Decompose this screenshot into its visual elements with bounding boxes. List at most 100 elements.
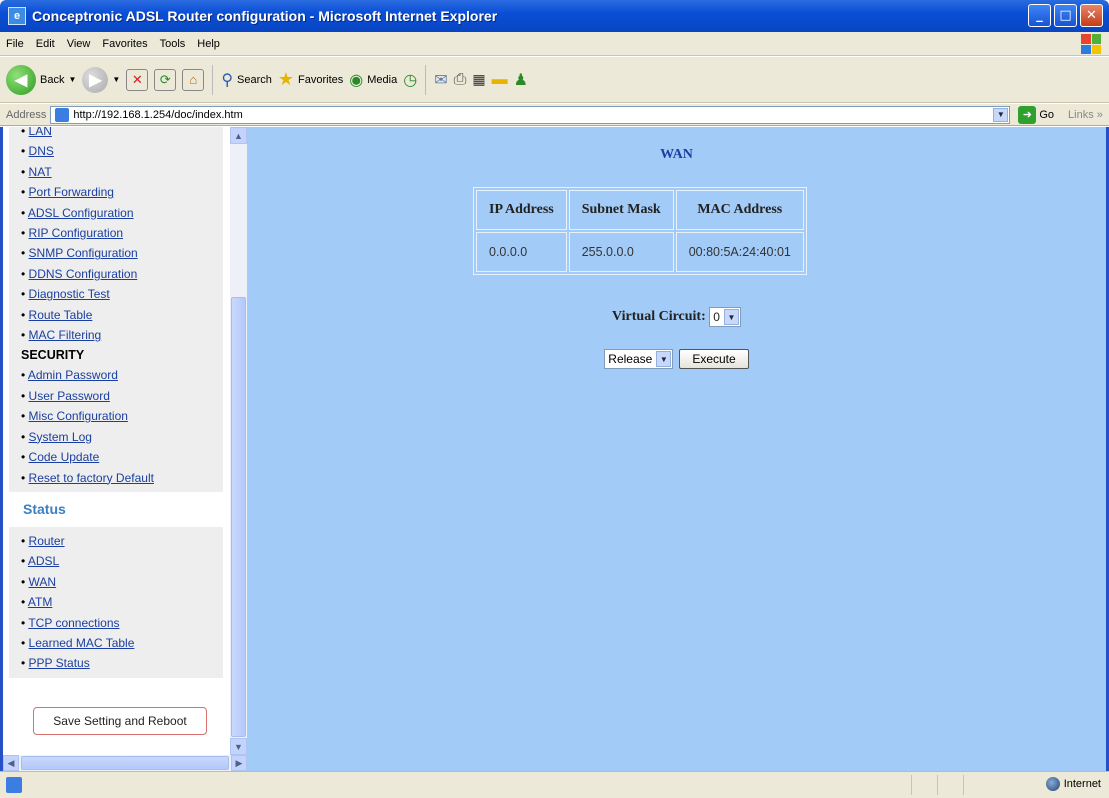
page-title: WAN [660,147,693,162]
wan-info-table: IP Address Subnet Mask MAC Address 0.0.0… [473,187,807,275]
favorites-button[interactable]: ★ Favorites [278,69,343,90]
media-button[interactable]: ◉ Media [349,70,397,90]
minimize-button[interactable]: _ [1028,4,1051,27]
favorites-label: Favorites [298,73,344,86]
scroll-left-icon[interactable]: ◀ [3,755,19,771]
address-label: Address [6,108,47,121]
nav-item-nat[interactable]: NAT [21,162,219,182]
folder-icon[interactable]: ▬ [492,71,508,89]
home-icon[interactable]: ⌂ [182,68,205,91]
action-row: Release ▼ Execute [247,349,1106,369]
execute-button[interactable]: Execute [679,349,749,369]
page-icon [55,107,70,122]
save-and-reboot-button[interactable]: Save Setting and Reboot [33,707,207,735]
nav-item-rip-configuration[interactable]: RIP Configuration [21,223,219,243]
close-button[interactable]: ✕ [1080,4,1103,27]
address-dropdown-icon[interactable]: ▼ [993,107,1009,122]
mail-icon[interactable]: ✉ [434,70,447,90]
history-icon[interactable]: ◷ [403,70,417,90]
nav-item-user-password[interactable]: User Password [21,386,219,406]
nav-item-mac-filtering[interactable]: MAC Filtering [21,325,219,345]
zone-label: Internet [1063,778,1101,790]
nav-item-diagnostic-test[interactable]: Diagnostic Test [21,284,219,304]
nav-item-wan[interactable]: WAN [21,572,219,592]
search-icon: ⚲ [221,71,234,89]
nav-item-dns[interactable]: DNS [21,141,219,161]
navigation-frame: LAN DNS NAT Port Forwarding ADSL Configu… [3,127,247,771]
scrollbar-thumb[interactable] [231,297,246,737]
links-button[interactable]: Links » [1068,109,1103,121]
messenger-icon[interactable]: ♟ [514,70,528,90]
edit-icon[interactable]: ▦ [472,71,485,88]
media-icon: ◉ [349,71,364,89]
menu-view[interactable]: View [67,38,91,50]
window-title: Conceptronic ADSL Router configuration -… [32,8,498,24]
nav-item-router[interactable]: Router [21,531,219,551]
navigation-vertical-scrollbar[interactable]: ▲ ▼ [230,127,247,755]
status-bar-panels [911,775,989,795]
page-done-icon [6,777,22,793]
ie-app-icon: e [8,7,26,25]
nav-item-snmp-configuration[interactable]: SNMP Configuration [21,243,219,263]
menu-help[interactable]: Help [197,38,220,50]
maximize-button[interactable]: □ [1054,4,1077,27]
nav-item-system-log[interactable]: System Log [21,427,219,447]
forward-button[interactable]: ▶ ▼ [82,66,121,93]
stop-icon[interactable]: ✕ [126,68,149,91]
config-menu: LAN DNS NAT Port Forwarding ADSL Configu… [9,127,223,492]
search-button[interactable]: ⚲ Search [221,70,272,90]
back-label: Back [40,73,65,86]
main-frame: WAN IP Address Subnet Mask MAC Address 0… [247,127,1106,771]
scroll-up-icon[interactable]: ▲ [230,127,247,144]
subnet-mask-value: 255.0.0.0 [568,232,674,272]
nav-item-lan[interactable]: LAN [21,127,219,141]
go-label: Go [1039,108,1055,121]
nav-item-atm[interactable]: ATM [21,592,219,612]
print-icon[interactable]: ⎙ [454,71,467,89]
menu-bar: File Edit View Favorites Tools Help [0,32,1109,56]
action-select[interactable]: Release ▼ [604,349,674,369]
scroll-right-icon[interactable]: ▶ [231,755,247,771]
address-input[interactable]: http://192.168.1.254/doc/index.htm ▼ [50,105,1011,124]
forward-dropdown-icon: ▼ [112,75,121,84]
nav-item-tcp-connections[interactable]: TCP connections [21,613,219,633]
nav-item-adsl[interactable]: ADSL [21,551,219,571]
address-url: http://192.168.1.254/doc/index.htm [73,108,243,121]
nav-item-adsl-configuration[interactable]: ADSL Configuration [21,203,219,223]
navigation-menu: LAN DNS NAT Port Forwarding ADSL Configu… [3,127,229,771]
nav-item-route-table[interactable]: Route Table [21,305,219,325]
ip-address-value: 0.0.0.0 [476,232,567,272]
nav-item-admin-password[interactable]: Admin Password [21,365,219,385]
scroll-down-icon[interactable]: ▼ [230,738,247,755]
nav-item-code-update[interactable]: Code Update [21,447,219,467]
toolbar: ◀ Back ▼ ▶ ▼ ✕ ⟳ ⌂ ⚲ Search ★ Favorites … [0,57,1109,103]
back-button[interactable]: ◀ Back ▼ [6,64,77,95]
security-zone: Internet [1045,777,1101,791]
column-header-mac-address: MAC Address [675,190,804,230]
menu-file[interactable]: File [6,38,24,50]
nav-item-ddns-configuration[interactable]: DDNS Configuration [21,264,219,284]
status-menu: Router ADSL WAN ATM TCP connections Lear… [9,526,223,678]
address-bar: Address http://192.168.1.254/doc/index.h… [0,104,1109,126]
forward-arrow-icon: ▶ [82,66,109,93]
nav-item-reset-factory-default[interactable]: Reset to factory Default [21,468,219,488]
navigation-horizontal-scrollbar[interactable]: ◀ ▶ [3,755,247,771]
go-button[interactable]: ➜ Go [1018,105,1055,124]
horizontal-scrollbar-thumb[interactable] [21,756,229,770]
internet-globe-icon [1045,777,1060,791]
search-label: Search [237,73,272,86]
refresh-icon[interactable]: ⟳ [154,68,177,91]
back-dropdown-icon: ▼ [68,75,77,84]
menu-edit[interactable]: Edit [36,38,55,50]
menu-favorites[interactable]: Favorites [102,38,147,50]
status-bar: Internet [0,771,1109,798]
go-arrow-icon: ➜ [1018,105,1037,124]
nav-item-port-forwarding[interactable]: Port Forwarding [21,182,219,202]
nav-item-ppp-status[interactable]: PPP Status [21,653,219,673]
table-row: 0.0.0.0 255.0.0.0 00:80:5A:24:40:01 [476,232,804,272]
action-value: Release [608,352,653,366]
nav-item-learned-mac-table[interactable]: Learned MAC Table [21,633,219,653]
nav-item-misc-configuration[interactable]: Misc Configuration [21,406,219,426]
menu-tools[interactable]: Tools [160,38,186,50]
virtual-circuit-select[interactable]: 0 ▼ [709,307,741,327]
